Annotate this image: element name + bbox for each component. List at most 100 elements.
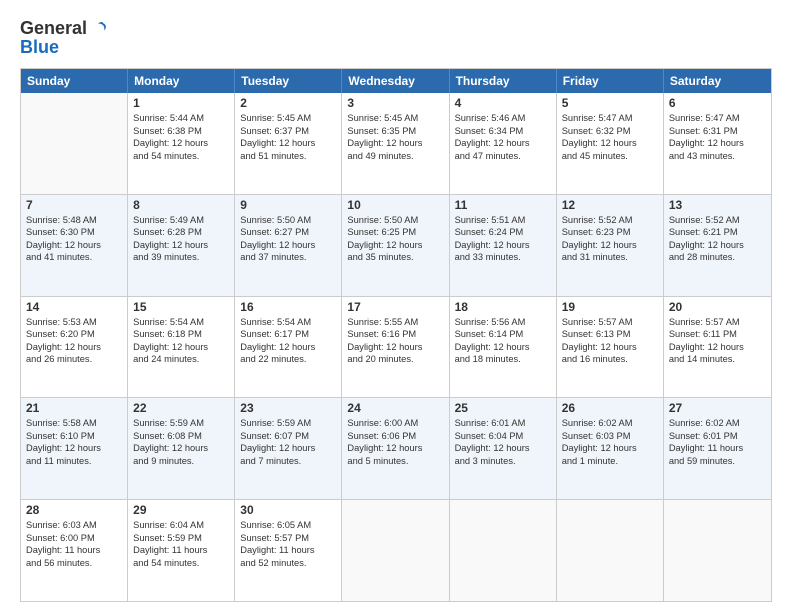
sunrise-line: Sunrise: 5:52 AM — [669, 214, 766, 227]
sunset-line: Sunset: 6:31 PM — [669, 125, 766, 138]
daylight-detail: and 54 minutes. — [133, 150, 229, 163]
sunset-line: Sunset: 5:57 PM — [240, 532, 336, 545]
cal-cell: 5 Sunrise: 5:47 AM Sunset: 6:32 PM Dayli… — [557, 93, 664, 194]
daylight-detail: and 7 minutes. — [240, 455, 336, 468]
sunrise-line: Sunrise: 5:48 AM — [26, 214, 122, 227]
day-number: 6 — [669, 96, 766, 110]
cal-cell: 3 Sunrise: 5:45 AM Sunset: 6:35 PM Dayli… — [342, 93, 449, 194]
sunrise-line: Sunrise: 5:55 AM — [347, 316, 443, 329]
cal-cell: 17 Sunrise: 5:55 AM Sunset: 6:16 PM Dayl… — [342, 297, 449, 398]
daylight-detail: and 37 minutes. — [240, 251, 336, 264]
day-number: 28 — [26, 503, 122, 517]
daylight-line: Daylight: 12 hours — [26, 341, 122, 354]
sunset-line: Sunset: 6:04 PM — [455, 430, 551, 443]
sunset-line: Sunset: 6:18 PM — [133, 328, 229, 341]
daylight-line: Daylight: 12 hours — [669, 341, 766, 354]
cal-header-day: Wednesday — [342, 69, 449, 93]
day-number: 20 — [669, 300, 766, 314]
daylight-detail: and 22 minutes. — [240, 353, 336, 366]
daylight-detail: and 18 minutes. — [455, 353, 551, 366]
cal-cell: 11 Sunrise: 5:51 AM Sunset: 6:24 PM Dayl… — [450, 195, 557, 296]
day-number: 12 — [562, 198, 658, 212]
cal-row: 28 Sunrise: 6:03 AM Sunset: 6:00 PM Dayl… — [21, 499, 771, 601]
sunset-line: Sunset: 6:17 PM — [240, 328, 336, 341]
sunset-line: Sunset: 6:38 PM — [133, 125, 229, 138]
cal-row: 7 Sunrise: 5:48 AM Sunset: 6:30 PM Dayli… — [21, 194, 771, 296]
calendar: SundayMondayTuesdayWednesdayThursdayFrid… — [20, 68, 772, 602]
daylight-detail: and 43 minutes. — [669, 150, 766, 163]
day-number: 23 — [240, 401, 336, 415]
daylight-detail: and 26 minutes. — [26, 353, 122, 366]
sunrise-line: Sunrise: 6:05 AM — [240, 519, 336, 532]
sunrise-line: Sunrise: 5:54 AM — [240, 316, 336, 329]
sunrise-line: Sunrise: 5:59 AM — [240, 417, 336, 430]
sunset-line: Sunset: 6:01 PM — [669, 430, 766, 443]
cal-cell: 30 Sunrise: 6:05 AM Sunset: 5:57 PM Dayl… — [235, 500, 342, 601]
sunrise-line: Sunrise: 5:50 AM — [347, 214, 443, 227]
sunrise-line: Sunrise: 5:57 AM — [669, 316, 766, 329]
cal-cell: 15 Sunrise: 5:54 AM Sunset: 6:18 PM Dayl… — [128, 297, 235, 398]
sunset-line: Sunset: 6:37 PM — [240, 125, 336, 138]
daylight-line: Daylight: 12 hours — [455, 442, 551, 455]
cal-cell: 9 Sunrise: 5:50 AM Sunset: 6:27 PM Dayli… — [235, 195, 342, 296]
sunrise-line: Sunrise: 5:45 AM — [240, 112, 336, 125]
daylight-line: Daylight: 12 hours — [26, 442, 122, 455]
day-number: 22 — [133, 401, 229, 415]
daylight-line: Daylight: 12 hours — [455, 239, 551, 252]
daylight-detail: and 3 minutes. — [455, 455, 551, 468]
sunset-line: Sunset: 6:20 PM — [26, 328, 122, 341]
daylight-line: Daylight: 12 hours — [347, 137, 443, 150]
sunrise-line: Sunrise: 6:01 AM — [455, 417, 551, 430]
day-number: 4 — [455, 96, 551, 110]
daylight-detail: and 1 minute. — [562, 455, 658, 468]
sunset-line: Sunset: 6:10 PM — [26, 430, 122, 443]
daylight-line: Daylight: 11 hours — [669, 442, 766, 455]
cal-cell: 29 Sunrise: 6:04 AM Sunset: 5:59 PM Dayl… — [128, 500, 235, 601]
sunset-line: Sunset: 6:25 PM — [347, 226, 443, 239]
day-number: 19 — [562, 300, 658, 314]
cal-cell — [450, 500, 557, 601]
cal-cell: 25 Sunrise: 6:01 AM Sunset: 6:04 PM Dayl… — [450, 398, 557, 499]
daylight-line: Daylight: 12 hours — [455, 137, 551, 150]
day-number: 9 — [240, 198, 336, 212]
cal-row: 21 Sunrise: 5:58 AM Sunset: 6:10 PM Dayl… — [21, 397, 771, 499]
cal-row: 14 Sunrise: 5:53 AM Sunset: 6:20 PM Dayl… — [21, 296, 771, 398]
daylight-line: Daylight: 11 hours — [133, 544, 229, 557]
day-number: 29 — [133, 503, 229, 517]
cal-cell: 10 Sunrise: 5:50 AM Sunset: 6:25 PM Dayl… — [342, 195, 449, 296]
cal-header-day: Saturday — [664, 69, 771, 93]
cal-cell: 16 Sunrise: 5:54 AM Sunset: 6:17 PM Dayl… — [235, 297, 342, 398]
sunset-line: Sunset: 6:03 PM — [562, 430, 658, 443]
daylight-detail: and 31 minutes. — [562, 251, 658, 264]
day-number: 24 — [347, 401, 443, 415]
day-number: 1 — [133, 96, 229, 110]
day-number: 16 — [240, 300, 336, 314]
cal-cell: 8 Sunrise: 5:49 AM Sunset: 6:28 PM Dayli… — [128, 195, 235, 296]
calendar-header: SundayMondayTuesdayWednesdayThursdayFrid… — [21, 69, 771, 93]
sunrise-line: Sunrise: 5:59 AM — [133, 417, 229, 430]
daylight-detail: and 47 minutes. — [455, 150, 551, 163]
daylight-line: Daylight: 11 hours — [240, 544, 336, 557]
cal-cell: 20 Sunrise: 5:57 AM Sunset: 6:11 PM Dayl… — [664, 297, 771, 398]
day-number: 25 — [455, 401, 551, 415]
daylight-detail: and 33 minutes. — [455, 251, 551, 264]
daylight-line: Daylight: 12 hours — [26, 239, 122, 252]
day-number: 13 — [669, 198, 766, 212]
day-number: 17 — [347, 300, 443, 314]
daylight-detail: and 59 minutes. — [669, 455, 766, 468]
sunrise-line: Sunrise: 5:45 AM — [347, 112, 443, 125]
day-number: 14 — [26, 300, 122, 314]
day-number: 15 — [133, 300, 229, 314]
day-number: 21 — [26, 401, 122, 415]
day-number: 7 — [26, 198, 122, 212]
daylight-line: Daylight: 12 hours — [133, 239, 229, 252]
sunrise-line: Sunrise: 6:04 AM — [133, 519, 229, 532]
cal-cell: 14 Sunrise: 5:53 AM Sunset: 6:20 PM Dayl… — [21, 297, 128, 398]
sunrise-line: Sunrise: 5:58 AM — [26, 417, 122, 430]
daylight-line: Daylight: 12 hours — [133, 137, 229, 150]
sunrise-line: Sunrise: 5:47 AM — [562, 112, 658, 125]
sunset-line: Sunset: 6:14 PM — [455, 328, 551, 341]
daylight-detail: and 24 minutes. — [133, 353, 229, 366]
daylight-detail: and 14 minutes. — [669, 353, 766, 366]
logo-bird-icon — [89, 22, 107, 36]
